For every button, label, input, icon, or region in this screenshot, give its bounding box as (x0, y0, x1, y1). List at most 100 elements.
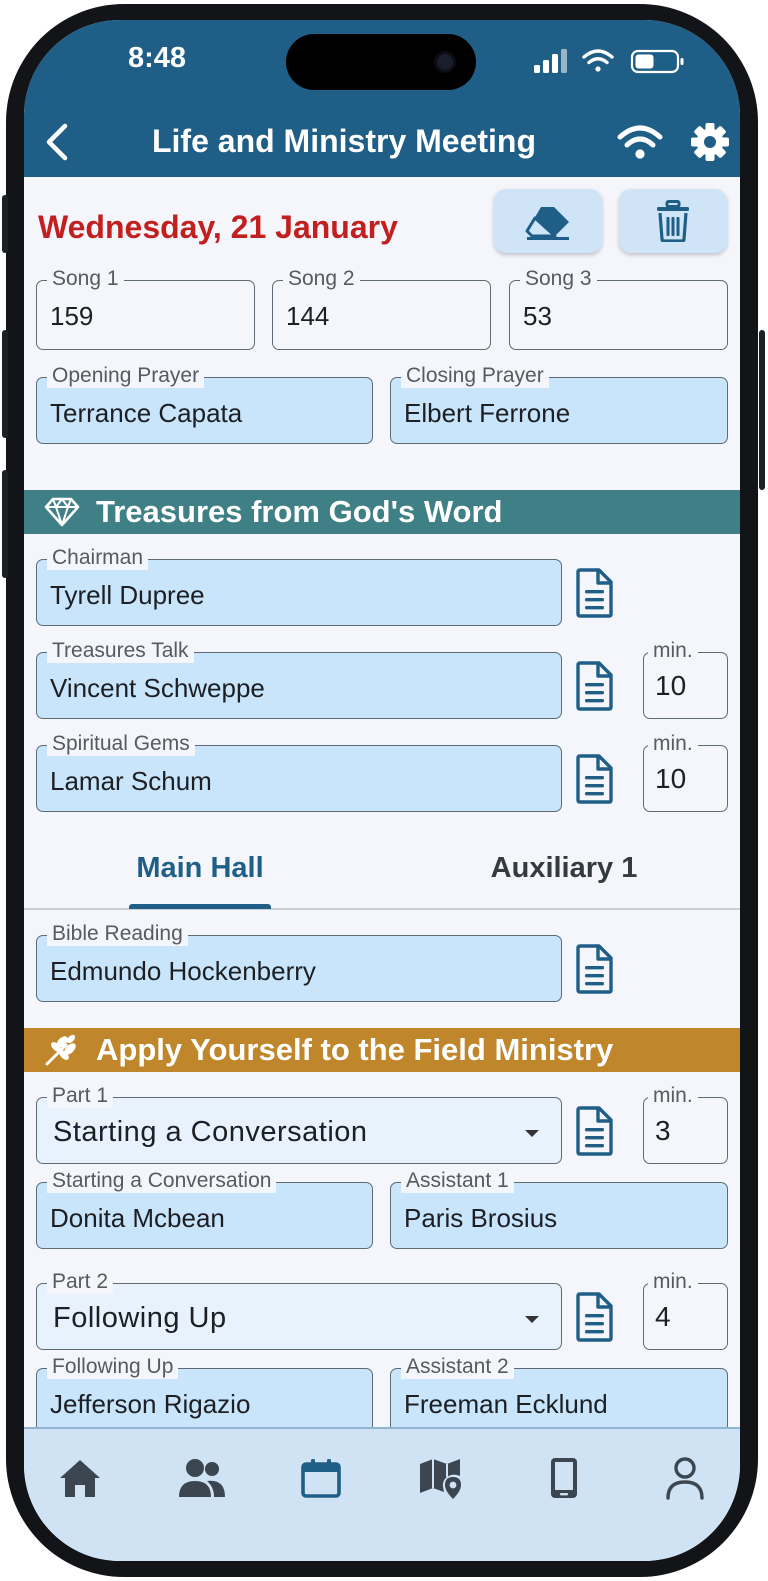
opening-prayer-field[interactable]: Opening Prayer Terrance Capata (36, 364, 373, 444)
nav-people[interactable] (175, 1453, 229, 1503)
hall-tabs: Main Hall Auxiliary 1 (24, 838, 740, 910)
song-3-value: 53 (523, 301, 552, 331)
treasures-talk-value: Vincent Schweppe (50, 673, 265, 703)
part-2-minutes-field[interactable]: min. 4 (643, 1270, 728, 1350)
status-time: 8:48 (127, 42, 187, 74)
bible-reading-value: Edmundo Hockenberry (50, 956, 316, 986)
part-2-minutes-value: 4 (655, 1301, 671, 1332)
nav-calendar[interactable] (294, 1453, 348, 1503)
back-arrow-icon (46, 123, 68, 161)
calendar-icon (301, 1459, 341, 1498)
part-1-student-field[interactable]: Starting a Conversation Donita Mcbean (36, 1169, 373, 1249)
bible-reading-field[interactable]: Bible Reading Edmundo Hockenberry (36, 922, 562, 1002)
nav-home[interactable] (53, 1453, 107, 1503)
dynamic-island (286, 34, 476, 90)
assistant-2-field[interactable]: Assistant 2 Freeman Ecklund (390, 1355, 728, 1435)
bible-reading-document-button[interactable] (572, 942, 616, 996)
ministry-title: Apply Yourself to the Field Ministry (96, 1032, 614, 1067)
part-2-document-button[interactable] (572, 1290, 616, 1344)
closing-prayer-label: Closing Prayer (401, 364, 549, 388)
assistant-2-label: Assistant 2 (401, 1355, 514, 1379)
treasures-title: Treasures from God's Word (96, 494, 503, 529)
back-button[interactable] (34, 120, 78, 164)
spiritual-gems-minutes-field[interactable]: min. 10 (643, 732, 728, 812)
song-3-field[interactable]: Song 3 53 (509, 267, 728, 350)
nav-device[interactable] (537, 1453, 591, 1503)
part-1-student-value: Donita Mcbean (50, 1203, 225, 1233)
nav-profile[interactable] (658, 1453, 712, 1503)
map-pin-icon (420, 1459, 461, 1499)
part-2-student-value: Jefferson Rigazio (50, 1389, 251, 1419)
closing-prayer-field[interactable]: Closing Prayer Elbert Ferrone (390, 364, 728, 444)
treasures-section-header: Treasures from God's Word (24, 490, 740, 534)
opening-prayer-label: Opening Prayer (47, 364, 205, 388)
tab-active-indicator (129, 904, 271, 909)
treasures-talk-field[interactable]: Treasures Talk Vincent Schweppe (36, 639, 562, 719)
bible-reading-label: Bible Reading (47, 922, 188, 946)
song-2-label: Song 2 (283, 267, 360, 291)
side-button-volume-down (2, 470, 8, 578)
wheat-icon (45, 1034, 76, 1066)
bottom-navigation (24, 1427, 740, 1561)
part-1-dropdown[interactable]: Part 1 Starting a Conversation (36, 1084, 562, 1164)
wifi-status-icon (582, 49, 614, 72)
chairman-document-button[interactable] (572, 566, 616, 620)
spiritual-gems-field[interactable]: Spiritual Gems Lamar Schum (36, 732, 562, 812)
side-button-volume-up (2, 330, 8, 438)
closing-prayer-value: Elbert Ferrone (404, 398, 571, 428)
chairman-label: Chairman (47, 546, 149, 570)
part-2-label: Part 2 (47, 1270, 114, 1294)
document-icon (576, 1292, 613, 1342)
dropdown-arrow-icon (525, 1316, 539, 1323)
song-2-field[interactable]: Song 2 144 (272, 267, 491, 350)
spiritual-gems-minutes-label: min. (648, 732, 698, 756)
treasures-talk-minutes-label: min. (648, 639, 698, 663)
opening-prayer-value: Terrance Capata (50, 398, 243, 428)
treasures-talk-minutes-field[interactable]: min. 10 (643, 639, 728, 719)
part-2-student-field[interactable]: Following Up Jefferson Rigazio (36, 1355, 373, 1435)
chairman-field[interactable]: Chairman Tyrell Dupree (36, 546, 562, 626)
side-button-power (759, 330, 765, 490)
part-1-document-button[interactable] (572, 1104, 616, 1158)
part-1-minutes-field[interactable]: min. 3 (643, 1084, 728, 1164)
song-1-value: 159 (50, 301, 94, 331)
battery-icon (630, 49, 684, 74)
clear-button[interactable] (494, 189, 602, 253)
document-icon (576, 944, 613, 994)
song-1-field[interactable]: Song 1 159 (36, 267, 255, 350)
app-bar: 8:48 Life and Ministry Meeting (24, 20, 740, 177)
part-2-student-label: Following Up (47, 1355, 179, 1379)
dropdown-arrow-icon (525, 1130, 539, 1137)
wifi-button[interactable] (616, 122, 664, 162)
nav-territories[interactable] (416, 1453, 470, 1503)
page-title: Life and Ministry Meeting (151, 123, 537, 159)
song-1-label: Song 1 (47, 267, 124, 291)
status-icons (534, 49, 684, 74)
people-icon (179, 1459, 225, 1497)
part-1-minutes-value: 3 (655, 1115, 671, 1146)
spiritual-gems-minutes-value: 10 (655, 763, 687, 794)
person-icon (666, 1457, 704, 1500)
part-2-dropdown[interactable]: Part 2 Following Up (36, 1270, 562, 1350)
tab-main-hall[interactable]: Main Hall (100, 838, 300, 898)
phone-screen: 8:48 Life and Ministry Meeting Wednesday… (24, 20, 740, 1561)
settings-button[interactable] (688, 120, 732, 164)
wifi-icon (617, 125, 663, 159)
song-2-value: 144 (286, 301, 330, 331)
eraser-icon (525, 207, 569, 240)
part-2-minutes-label: min. (648, 1270, 698, 1294)
spiritual-gems-document-button[interactable] (572, 752, 616, 806)
assistant-1-field[interactable]: Assistant 1 Paris Brosius (390, 1169, 728, 1249)
meeting-date: Wednesday, 21 January (38, 209, 398, 245)
ministry-section-header: Apply Yourself to the Field Ministry (24, 1028, 740, 1072)
assistant-1-value: Paris Brosius (404, 1203, 558, 1233)
side-button-mute (2, 195, 8, 253)
treasures-talk-document-button[interactable] (572, 659, 616, 713)
part-2-value: Following Up (53, 1302, 227, 1334)
song-3-label: Song 3 (520, 267, 597, 291)
assistant-2-value: Freeman Ecklund (404, 1389, 608, 1419)
tab-auxiliary-1[interactable]: Auxiliary 1 (454, 838, 674, 898)
delete-button[interactable] (619, 189, 727, 253)
document-icon (576, 661, 613, 711)
meeting-form: Wednesday, 21 January Song 1 159 Song 2 … (24, 177, 740, 1435)
